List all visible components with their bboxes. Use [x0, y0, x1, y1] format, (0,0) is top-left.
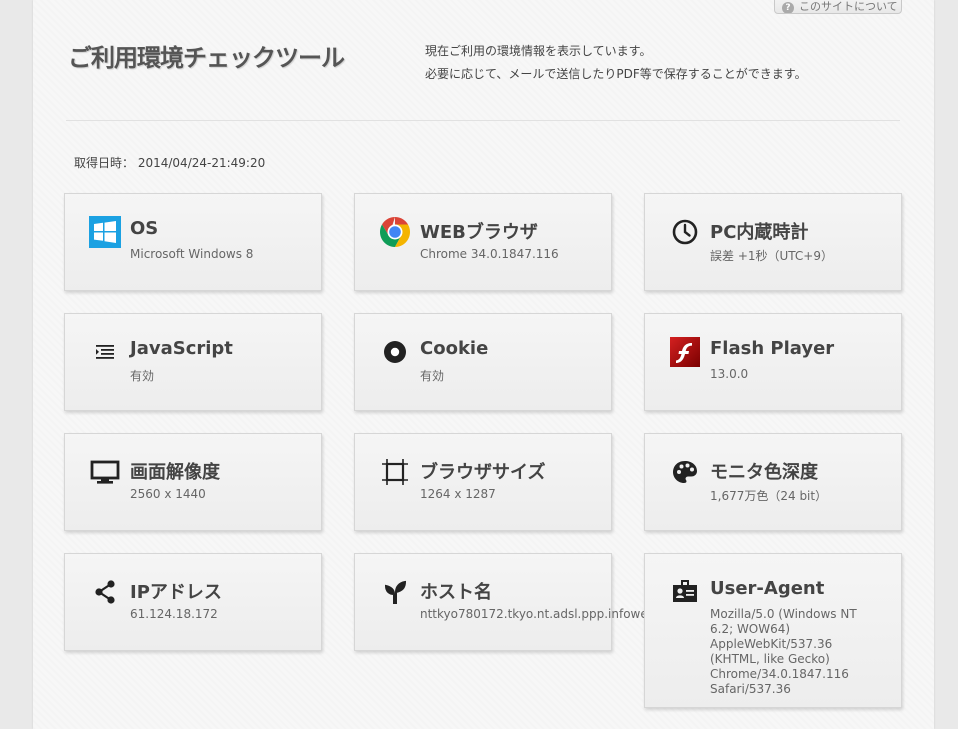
card-flash-player: Flash Player 13.0.0 [644, 313, 902, 411]
page-title: ご利用環境チェックツール [68, 44, 345, 72]
card-title: JavaScript [130, 338, 233, 359]
card-user-agent: User-Agent Mozilla/5.0 (Windows NT 6.2; … [644, 553, 902, 708]
cookie-icon [379, 336, 411, 368]
windows-icon [89, 216, 121, 248]
page-description: 現在ご利用の環境情報を表示しています。 必要に応じて、メールで送信したりPDF等… [425, 40, 807, 86]
card-javascript: JavaScript 有効 [64, 313, 322, 411]
card-value: 誤差 +1秒（UTC+9） [710, 249, 833, 263]
acquired-label: 取得日時： [74, 156, 135, 170]
description-line-1: 現在ご利用の環境情報を表示しています。 [425, 44, 652, 58]
card-ip-address: IPアドレス 61.124.18.172 [64, 553, 322, 651]
about-site-button[interactable]: ? このサイトについて [774, 0, 902, 14]
card-title: 画面解像度 [130, 462, 220, 483]
share-icon [89, 576, 121, 608]
divider [66, 120, 900, 121]
description-line-2: 必要に応じて、メールで送信したりPDF等で保存することができます。 [425, 67, 807, 81]
script-lines-icon [89, 336, 121, 368]
card-title: ホスト名 [420, 582, 492, 603]
card-value: 有効 [130, 369, 155, 383]
chrome-icon [379, 216, 411, 248]
card-value: 2560 x 1440 [130, 487, 206, 501]
card-value: Mozilla/5.0 (Windows NT 6.2; WOW64) Appl… [710, 607, 857, 696]
card-value: 1264 x 1287 [420, 487, 496, 501]
acquired-datetime: 取得日時： 2014/04/24-21:49:20 [74, 154, 265, 171]
card-browser-size: ブラウザサイズ 1264 x 1287 [354, 433, 612, 531]
card-screen-resolution: 画面解像度 2560 x 1440 [64, 433, 322, 531]
card-value: 有効 [420, 369, 445, 383]
card-title: User-Agent [710, 578, 825, 599]
card-title: OS [130, 218, 159, 239]
monitor-icon [89, 456, 121, 488]
sprout-icon [379, 576, 411, 608]
palette-icon [669, 456, 701, 488]
card-title: Flash Player [710, 338, 835, 359]
card-value: Chrome 34.0.1847.116 [420, 247, 559, 261]
card-title: モニタ色深度 [710, 462, 818, 483]
card-value: Microsoft Windows 8 [130, 247, 254, 261]
acquired-value: 2014/04/24-21:49:20 [137, 156, 266, 170]
card-pc-clock: PC内蔵時計 誤差 +1秒（UTC+9） [644, 193, 902, 291]
card-host-name: ホスト名 nttkyo780172.tkyo.nt.adsl.ppp.infow… [354, 553, 644, 651]
help-icon: ? [782, 2, 794, 13]
card-web-browser: WEBブラウザ Chrome 34.0.1847.116 [354, 193, 612, 291]
clock-icon [669, 216, 701, 248]
flash-icon [669, 336, 701, 368]
card-value: 13.0.0 [710, 367, 749, 381]
card-cookie: Cookie 有効 [354, 313, 612, 411]
about-site-label: このサイトについて [799, 0, 898, 13]
card-value: 61.124.18.172 [130, 607, 218, 621]
crop-icon [379, 456, 411, 488]
card-title: IPアドレス [130, 582, 222, 603]
card-value: 1,677万色（24 bit） [710, 489, 828, 503]
id-card-icon [669, 576, 701, 608]
card-color-depth: モニタ色深度 1,677万色（24 bit） [644, 433, 902, 531]
card-title: ブラウザサイズ [420, 462, 546, 483]
card-title: WEBブラウザ [420, 222, 538, 243]
card-title: Cookie [420, 338, 489, 359]
card-value: nttkyo780172.tkyo.nt.adsl.ppp.infoweb.ne… [420, 607, 644, 621]
card-os: OS Microsoft Windows 8 [64, 193, 322, 291]
card-title: PC内蔵時計 [710, 222, 809, 243]
